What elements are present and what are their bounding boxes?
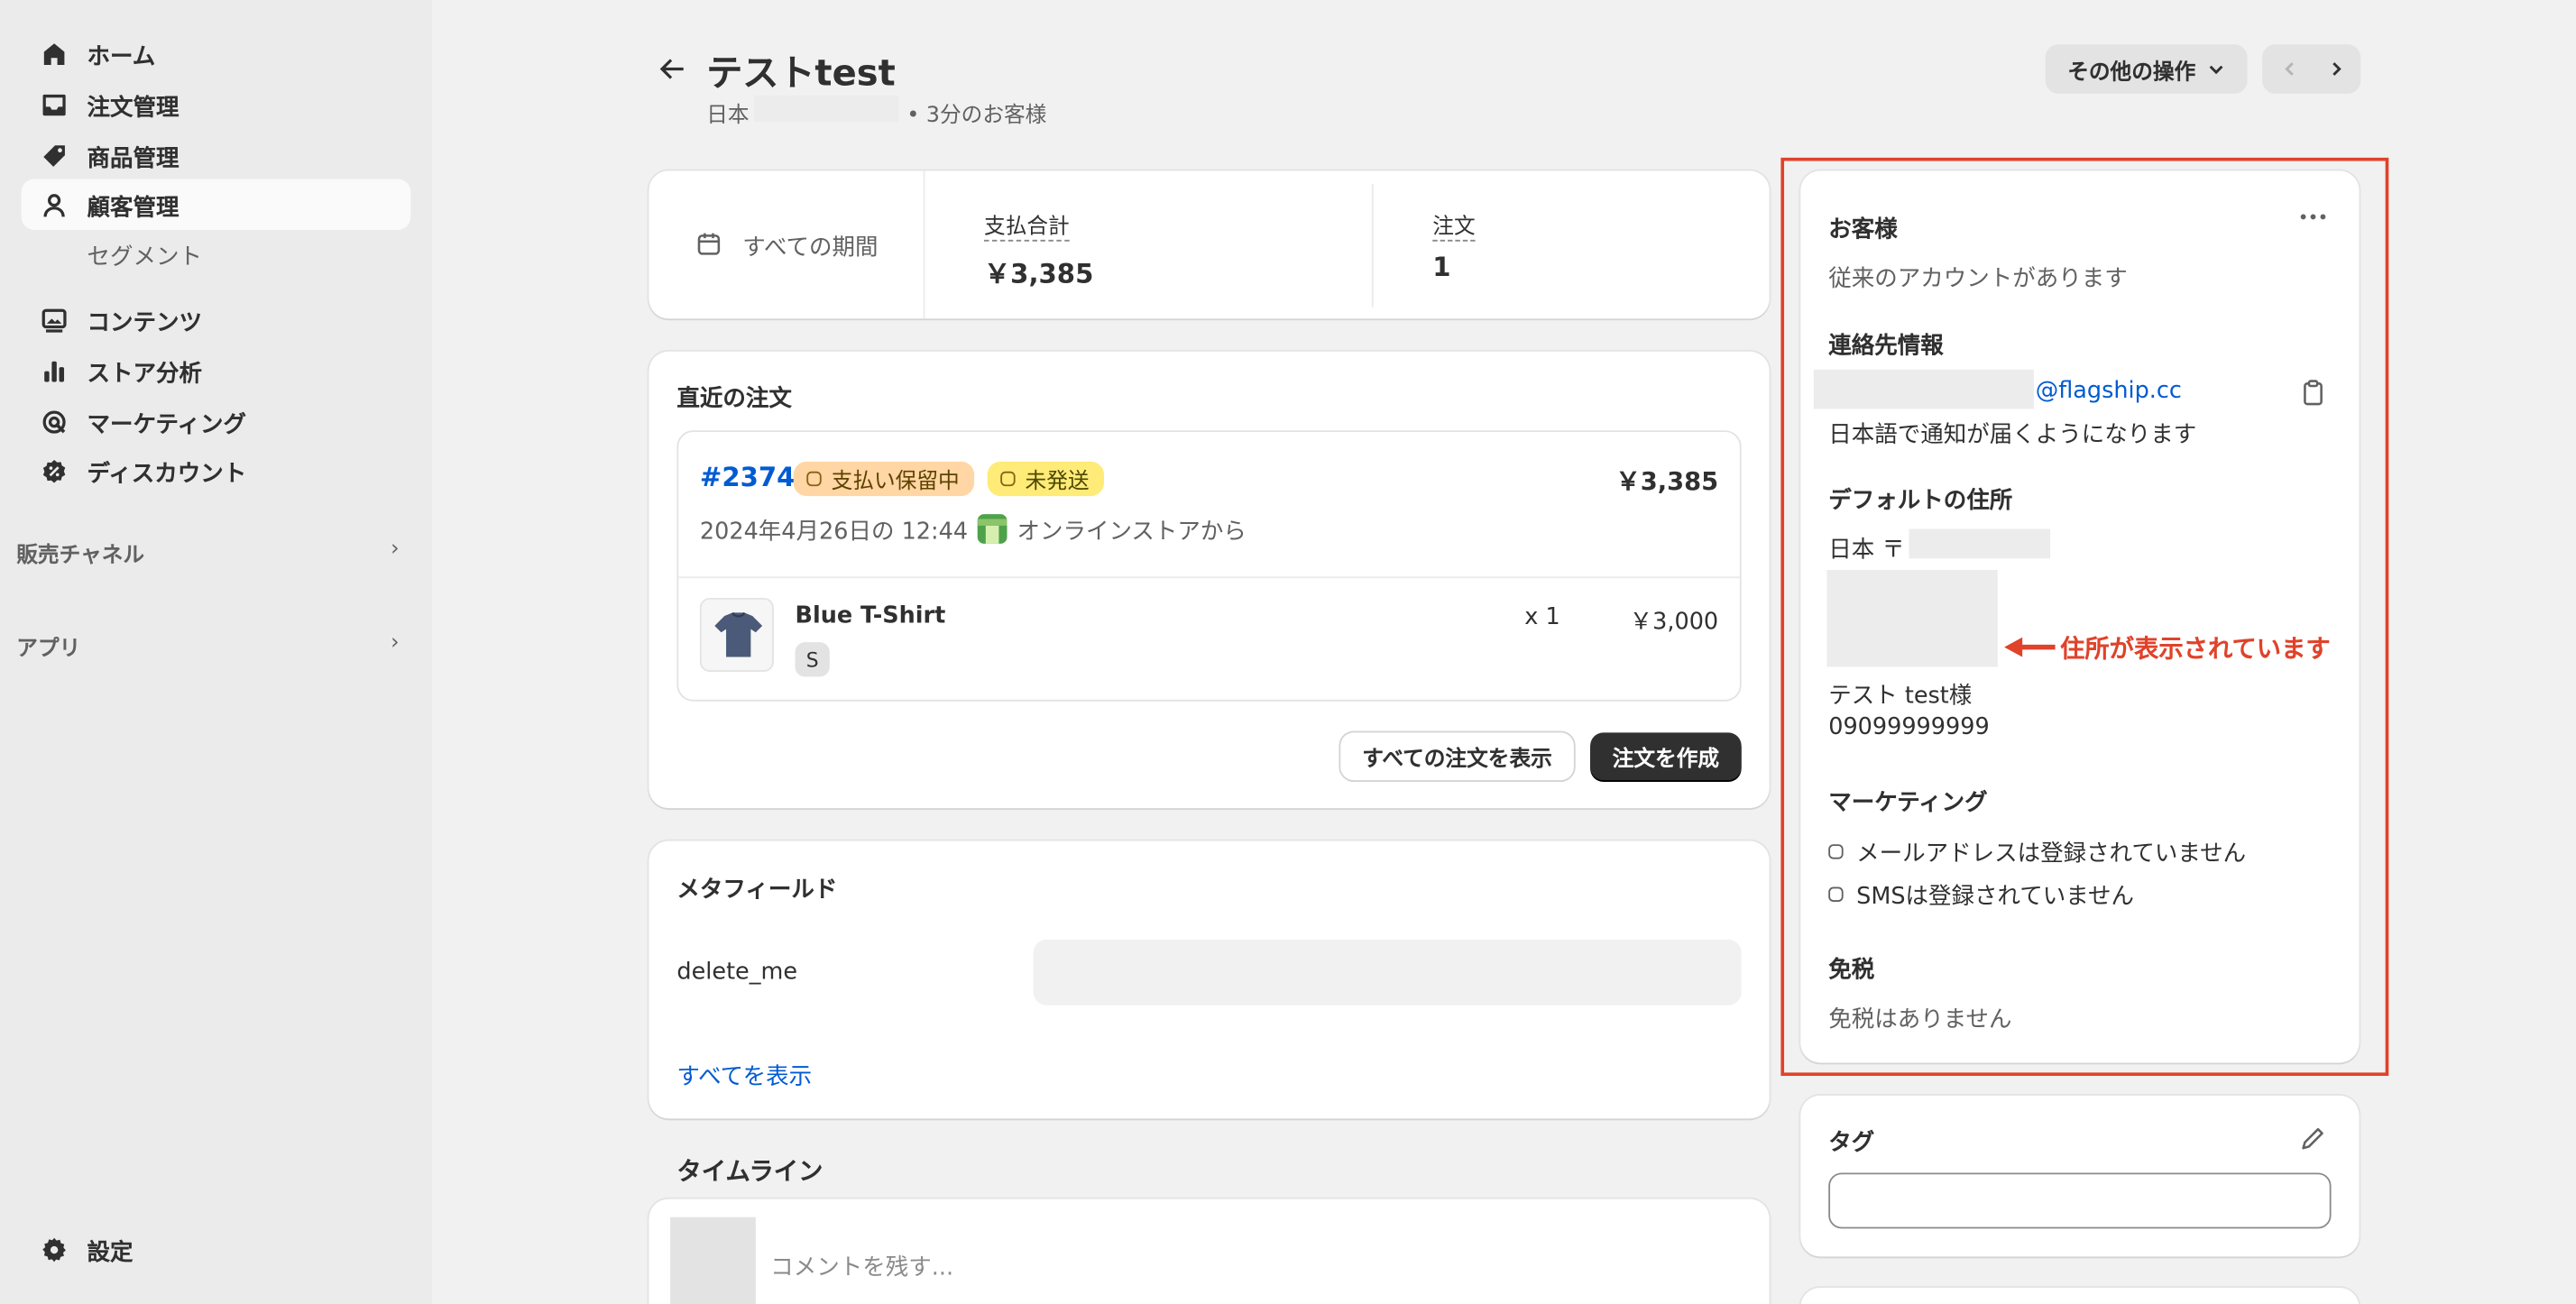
nav-label: ストア分析 [87, 361, 203, 388]
nav-item-content[interactable]: コンテンツ [22, 294, 411, 344]
product-quantity: x 1 [1524, 604, 1560, 631]
nav-item-home[interactable]: ホーム [22, 28, 411, 78]
product-thumbnail [699, 597, 774, 672]
stats-card: すべての期間 支払合計 ￥3,385 注文 1 [649, 170, 1770, 319]
section-apps[interactable]: アプリ › [16, 630, 399, 662]
orders-count-value: 1 [1432, 251, 1451, 283]
divider [1371, 183, 1374, 308]
more-actions-button[interactable]: その他の操作 [2045, 44, 2248, 94]
chevron-right-icon: › [391, 537, 400, 562]
metafields-card: メタフィールド delete_me すべてを表示 [649, 840, 1770, 1119]
nav-label: コンテンツ [87, 310, 203, 337]
tshirt-icon [714, 611, 763, 657]
section-sales-channels[interactable]: 販売チャネル › [16, 537, 399, 569]
divider [678, 576, 1740, 579]
sidebar: ホーム 注文管理 商品管理 顧客管理 セグメント コンテンツ ストア分析 マーケ… [0, 0, 433, 1304]
back-arrow-icon[interactable] [658, 56, 685, 82]
chevron-left-icon[interactable] [2280, 60, 2300, 79]
nav-item-products[interactable]: 商品管理 [22, 130, 411, 180]
order-number-link[interactable]: #2374 [700, 462, 796, 493]
chevron-down-icon [2208, 65, 2222, 75]
image-icon [41, 308, 67, 333]
nav-item-orders[interactable]: 注文管理 [22, 78, 411, 129]
tags-input[interactable] [1828, 1172, 2332, 1229]
tags-title: タグ [1828, 1130, 1875, 1157]
view-all-metafields-link[interactable]: すべてを表示 [676, 1060, 812, 1092]
customer-country: 日本 [706, 103, 750, 129]
view-all-orders-button[interactable]: すべての注文を表示 [1340, 732, 1574, 781]
badge-label: 未発送 [1025, 469, 1090, 495]
section-label: アプリ [16, 637, 81, 663]
online-store-icon [977, 514, 1007, 544]
tags-card: タグ [1800, 1095, 2360, 1257]
nav-label: 顧客管理 [87, 195, 179, 222]
recent-orders-card: 直近の注文 #2374 支払い保留中 未発送 ￥3,385 2024年4月26日… [649, 351, 1770, 809]
nav-label: 商品管理 [87, 146, 179, 173]
nav-item-marketing[interactable]: マーケティング [22, 396, 411, 446]
order-total: ￥3,385 [1615, 466, 1719, 497]
order-source: オンラインストアから [1017, 519, 1247, 546]
tag-icon [43, 145, 65, 167]
home-icon [43, 43, 65, 65]
create-order-button[interactable]: 注文を作成 [1590, 732, 1742, 781]
pagination-buttons [2262, 44, 2361, 94]
nav-item-discounts[interactable]: ディスカウント [22, 445, 411, 496]
variant-badge: S [795, 642, 830, 677]
nav-label: マーケティング [87, 412, 247, 439]
orders-count-label: 注文 [1432, 208, 1476, 242]
timeline-title: タイムライン [676, 1156, 823, 1187]
inbox-icon [42, 94, 66, 116]
nav-item-settings[interactable]: 設定 [22, 1224, 411, 1274]
redacted-location [754, 95, 899, 122]
nav-label: 注文管理 [87, 95, 179, 122]
next-card [1800, 1287, 2360, 1304]
divider [923, 170, 925, 319]
avatar [670, 1217, 756, 1304]
section-label: 販売チャネル [16, 543, 145, 569]
chevron-right-icon: › [391, 630, 400, 656]
calendar-icon [697, 233, 721, 255]
total-spent-label: 支払合計 [984, 208, 1070, 242]
page-title: テストtest [706, 54, 896, 96]
nav-label: 設定 [87, 1240, 133, 1267]
metafields-title: メタフィールド [676, 877, 838, 904]
more-actions-label: その他の操作 [2067, 60, 2196, 85]
period-selector[interactable]: すべての期間 [742, 230, 878, 262]
recent-orders-title: 直近の注文 [676, 386, 792, 413]
nav-item-analytics[interactable]: ストア分析 [22, 344, 411, 395]
nav-item-segments[interactable]: セグメント [87, 240, 202, 272]
pencil-icon[interactable] [2300, 1125, 2326, 1152]
total-spent-value: ￥3,385 [984, 257, 1094, 289]
metafield-key: delete_me [676, 959, 798, 986]
person-icon [43, 194, 65, 217]
fulfillment-status-badge: 未発送 [987, 461, 1105, 497]
gear-icon [42, 1237, 66, 1263]
chevron-right-icon[interactable] [2326, 60, 2346, 79]
order-date: 2024年4月26日の 12:44 [699, 519, 969, 546]
highlight-box [1780, 157, 2389, 1077]
arrow-left-icon [2004, 637, 2056, 657]
bar-chart-icon [44, 361, 65, 382]
product-name[interactable]: Blue T-Shirt [796, 602, 946, 629]
product-price: ￥3,000 [1629, 609, 1719, 636]
customer-meta: • 3分のお客様 [906, 103, 1047, 129]
annotation-label: 住所が表示されています [2060, 634, 2331, 664]
discount-icon [42, 459, 66, 483]
comment-input[interactable]: コメントを残す... [770, 1250, 953, 1282]
nav-label: ホーム [87, 44, 156, 71]
order-item: #2374 支払い保留中 未発送 ￥3,385 2024年4月26日の 12:4… [676, 430, 1742, 702]
metafield-value-input[interactable] [1033, 939, 1742, 1006]
timeline-comment-card: コメントを残す... [649, 1198, 1770, 1304]
payment-status-badge: 支払い保留中 [793, 461, 975, 497]
nav-item-customers[interactable]: 顧客管理 [21, 179, 411, 230]
nav-label: ディスカウント [87, 461, 247, 488]
target-icon [42, 410, 66, 434]
badge-label: 支払い保留中 [831, 469, 960, 495]
